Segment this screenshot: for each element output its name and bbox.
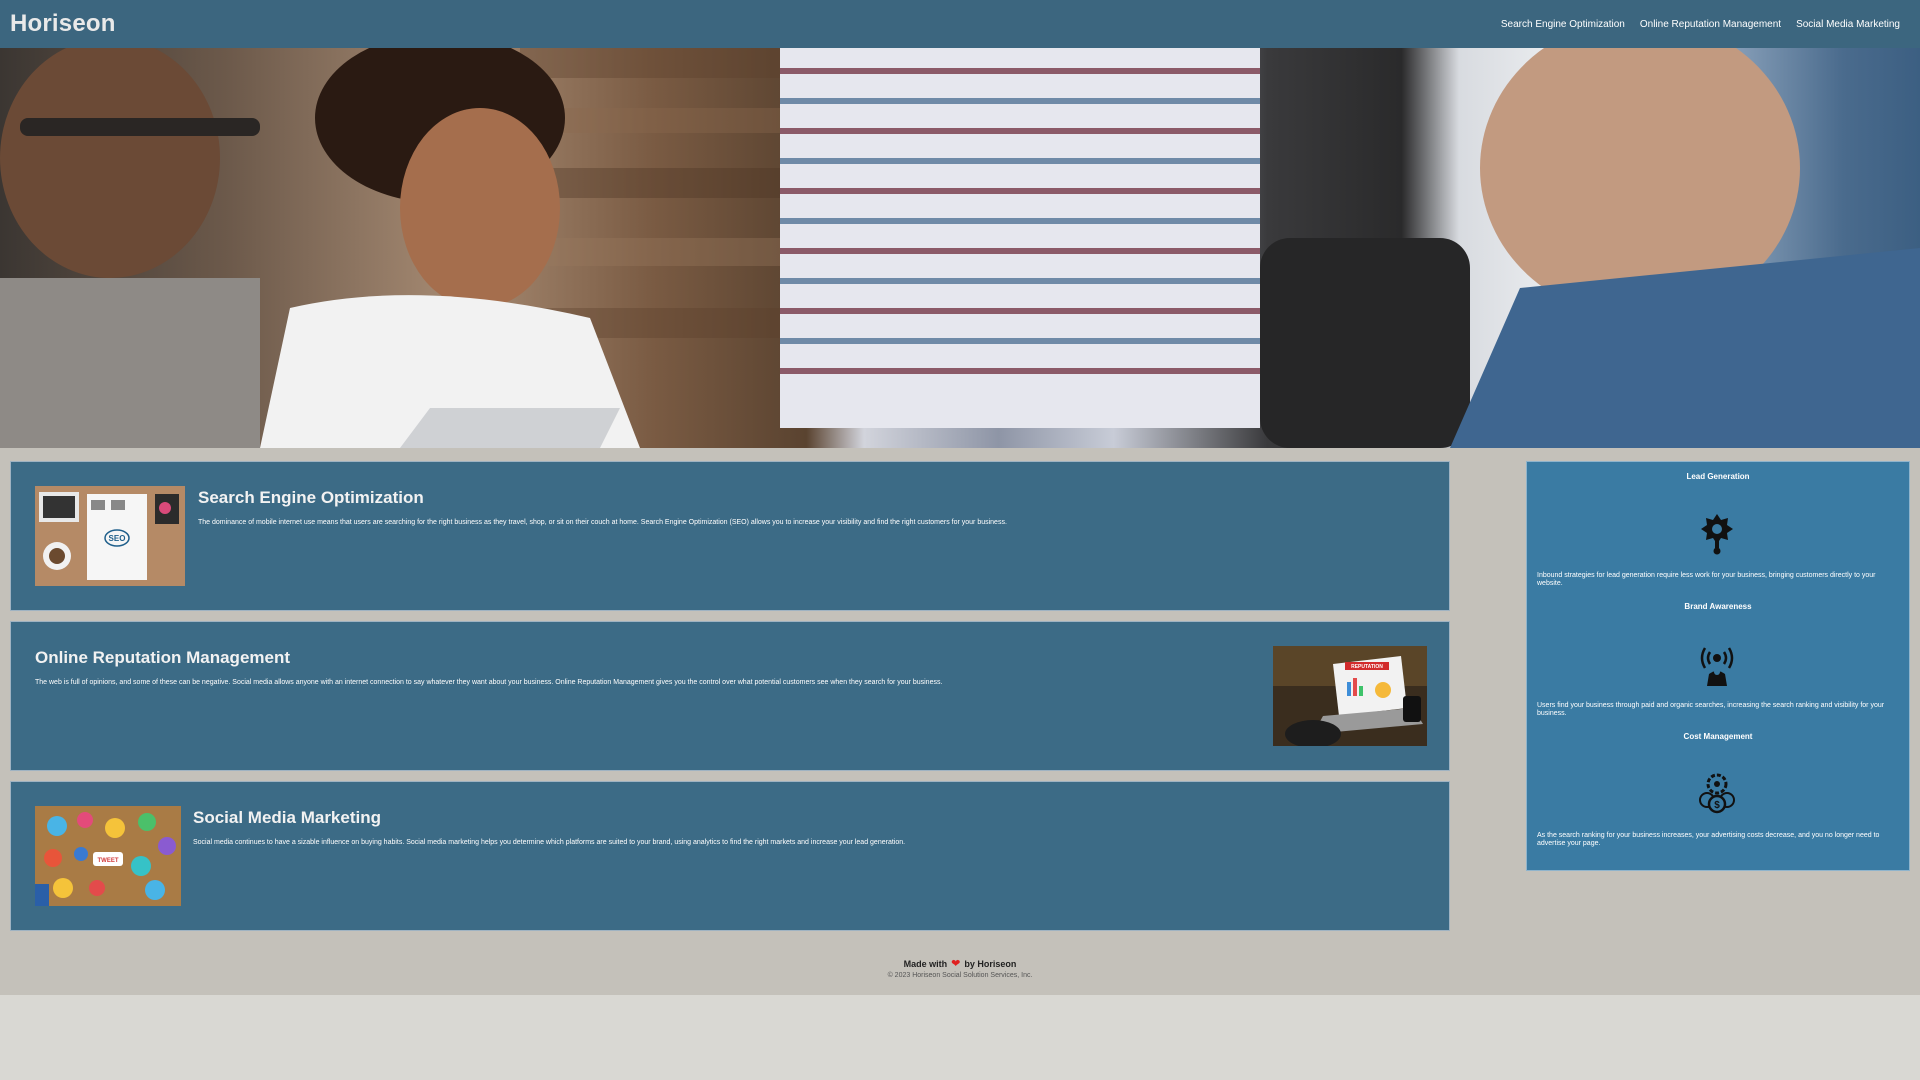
svg-text:$: $ bbox=[1714, 800, 1720, 811]
social-thumbnail: TWEET bbox=[35, 806, 181, 906]
benefit-title: Brand Awareness bbox=[1684, 602, 1752, 611]
service-card-social: TWEET Social Media Marketing Social medi… bbox=[10, 781, 1450, 931]
benefit-text: As the search ranking for your business … bbox=[1537, 832, 1880, 847]
main-nav: Search Engine Optimization Online Reputa… bbox=[1486, 19, 1900, 30]
page: Horiseon Search Engine Optimization Onli… bbox=[0, 0, 1920, 995]
seo-thumbnail-label: SEO bbox=[109, 534, 126, 543]
reputation-thumbnail: REPUTATION bbox=[1273, 646, 1427, 746]
card-title: Search Engine Optimization bbox=[198, 488, 424, 507]
seo-image: SEO bbox=[35, 486, 185, 586]
card-text: Social media continues to have a sizable… bbox=[193, 839, 906, 846]
cost-management-icon: $ bbox=[1697, 770, 1737, 814]
benefit-text: Users find your business through paid an… bbox=[1537, 702, 1885, 717]
heart-icon: ❤ bbox=[951, 958, 961, 970]
site-footer: Made with ❤ by Horiseon © 2023 Horiseon So… bbox=[0, 957, 1920, 979]
benefits-sidebar: Lead Generation Inbound strategies for l… bbox=[1526, 461, 1910, 871]
lead-generation-icon bbox=[1697, 512, 1737, 556]
benefit-brand-awareness: Brand Awareness Users find your business… bbox=[1527, 602, 1909, 722]
brand-awareness-icon bbox=[1697, 642, 1737, 686]
card-text: The web is full of opinions, and some of… bbox=[35, 679, 943, 686]
hero-image bbox=[0, 48, 1920, 448]
social-thumbnail-label: TWEET bbox=[98, 858, 119, 864]
service-card-reputation: Online Reputation Management The web is … bbox=[10, 621, 1450, 771]
benefit-text: Inbound strategies for lead generation r… bbox=[1537, 572, 1876, 587]
card-text: The dominance of mobile internet use mea… bbox=[198, 519, 1007, 526]
copyright: © 2023 Horiseon Social Solution Services… bbox=[887, 972, 1033, 979]
benefit-title: Lead Generation bbox=[1686, 472, 1750, 481]
brand-logo[interactable]: Horiseon bbox=[10, 10, 116, 38]
services-content: SEO Search Engine Optimization The domin… bbox=[10, 461, 1450, 941]
card-title: Social Media Marketing bbox=[193, 808, 381, 827]
social-image: TWEET bbox=[35, 806, 181, 906]
hero-illustration bbox=[0, 48, 1920, 448]
nav-link-seo[interactable]: Search Engine Optimization bbox=[1501, 19, 1625, 30]
reputation-image: REPUTATION bbox=[1273, 646, 1427, 746]
benefit-lead-generation: Lead Generation Inbound strategies for l… bbox=[1527, 472, 1909, 592]
site-header: Horiseon Search Engine Optimization Onli… bbox=[0, 0, 1920, 48]
benefit-title: Cost Management bbox=[1683, 732, 1753, 741]
card-title: Online Reputation Management bbox=[35, 648, 291, 667]
made-suffix: by Horiseon bbox=[964, 959, 1017, 969]
nav-link-reputation[interactable]: Online Reputation Management bbox=[1640, 19, 1781, 30]
service-card-seo: SEO Search Engine Optimization The domin… bbox=[10, 461, 1450, 611]
reputation-thumbnail-label: REPUTATION bbox=[1351, 664, 1383, 670]
benefit-cost-management: Cost Management $ As the search ranking … bbox=[1527, 732, 1909, 862]
nav-link-social[interactable]: Social Media Marketing bbox=[1796, 19, 1900, 30]
made-prefix: Made with bbox=[903, 959, 948, 969]
seo-thumbnail: SEO bbox=[35, 486, 185, 586]
made-with-text: Made with ❤ by Horiseon bbox=[0, 957, 1920, 970]
